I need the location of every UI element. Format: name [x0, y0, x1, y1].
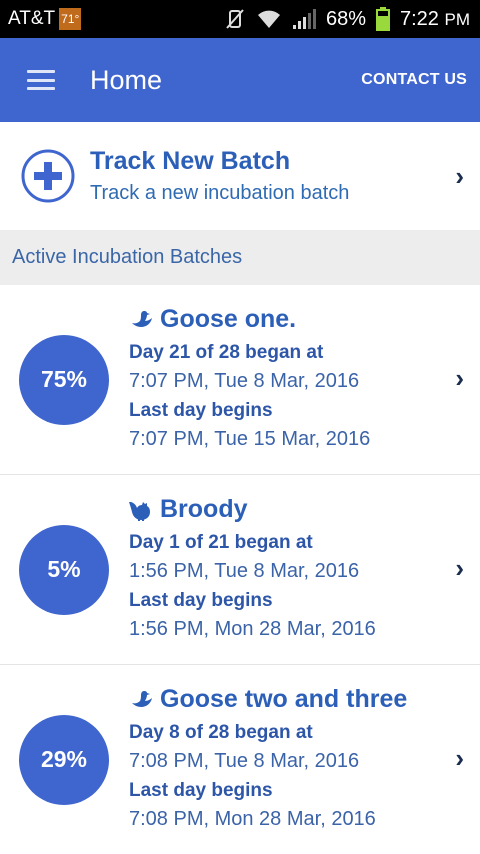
status-bar: AT&T 71° 68% 7:22 PM	[0, 0, 480, 38]
day-value: 7:07 PM, Tue 8 Mar, 2016	[129, 370, 360, 392]
app-bar: Home CONTACT US	[0, 38, 480, 122]
batch-item[interactable]: 29% Goose two and three Day 8 of 28 bega…	[0, 665, 480, 854]
last-day-value: 7:08 PM, Mon 28 Mar, 2016	[129, 808, 376, 830]
day-label: Day 1 of 21 began at	[129, 532, 313, 553]
add-circle-icon	[21, 149, 75, 203]
batch-info: Broody Day 1 of 21 began at 1:56 PM, Tue…	[129, 495, 376, 644]
status-icons: 68% 7:22 PM	[224, 0, 470, 38]
batch-list: 75% Goose one. Day 21 of 28 began at 7:0…	[0, 285, 480, 854]
day-value: 1:56 PM, Tue 8 Mar, 2016	[129, 560, 360, 582]
batch-name: Goose one.	[160, 305, 297, 333]
section-header-active-batches: Active Incubation Batches	[0, 230, 480, 285]
last-day-label: Last day begins	[129, 400, 273, 421]
chevron-right-icon: ›	[455, 743, 464, 773]
batch-item[interactable]: 75% Goose one. Day 21 of 28 began at 7:0…	[0, 285, 480, 475]
batch-info: Goose two and three Day 8 of 28 began at…	[129, 685, 407, 834]
clock-time: 7:22	[400, 7, 439, 30]
day-value: 7:08 PM, Tue 8 Mar, 2016	[129, 750, 360, 772]
signal-icon	[292, 9, 316, 29]
last-day-label: Last day begins	[129, 590, 273, 611]
last-day-label: Last day begins	[129, 780, 273, 801]
goose-icon	[132, 310, 152, 327]
clock: 7:22 PM	[400, 8, 470, 31]
goose-icon	[132, 690, 152, 707]
chevron-right-icon: ›	[455, 363, 464, 393]
track-new-batch-subtitle: Track a new incubation batch	[90, 182, 350, 204]
contact-us-button[interactable]: CONTACT US	[361, 38, 467, 122]
track-new-batch-item[interactable]: Track New Batch Track a new incubation b…	[0, 122, 480, 230]
progress-badge: 5%	[19, 524, 109, 615]
day-label: Day 8 of 28 began at	[129, 722, 313, 743]
batch-name: Goose two and three	[160, 685, 408, 713]
last-day-value: 7:07 PM, Tue 15 Mar, 2016	[129, 428, 371, 450]
chevron-right-icon: ›	[455, 160, 464, 191]
day-label: Day 21 of 28 began at	[129, 342, 324, 363]
weather-temperature-badge: 71°	[59, 8, 82, 30]
chevron-right-icon: ›	[455, 553, 464, 583]
clock-ampm: PM	[444, 9, 471, 29]
batch-info: Goose one. Day 21 of 28 began at 7:07 PM…	[129, 305, 370, 454]
battery-percent: 68%	[325, 7, 366, 30]
vibrate-mute-icon	[224, 8, 246, 30]
progress-badge: 75%	[19, 334, 109, 425]
last-day-value: 1:56 PM, Mon 28 Mar, 2016	[129, 618, 376, 640]
batch-item[interactable]: 5% Broody Day 1 of 21 began at 1:56 PM, …	[0, 475, 480, 665]
track-new-batch-title: Track New Batch	[90, 147, 291, 175]
carrier-label: AT&T	[8, 8, 56, 29]
batch-name: Broody	[160, 495, 248, 523]
progress-badge: 29%	[19, 714, 109, 805]
page-title: Home	[90, 64, 163, 95]
hamburger-menu-icon[interactable]	[27, 70, 55, 90]
battery-icon	[376, 7, 390, 31]
track-new-batch-text: Track New Batch Track a new incubation b…	[90, 147, 349, 205]
wifi-icon	[256, 9, 282, 29]
hen-icon	[129, 501, 150, 521]
